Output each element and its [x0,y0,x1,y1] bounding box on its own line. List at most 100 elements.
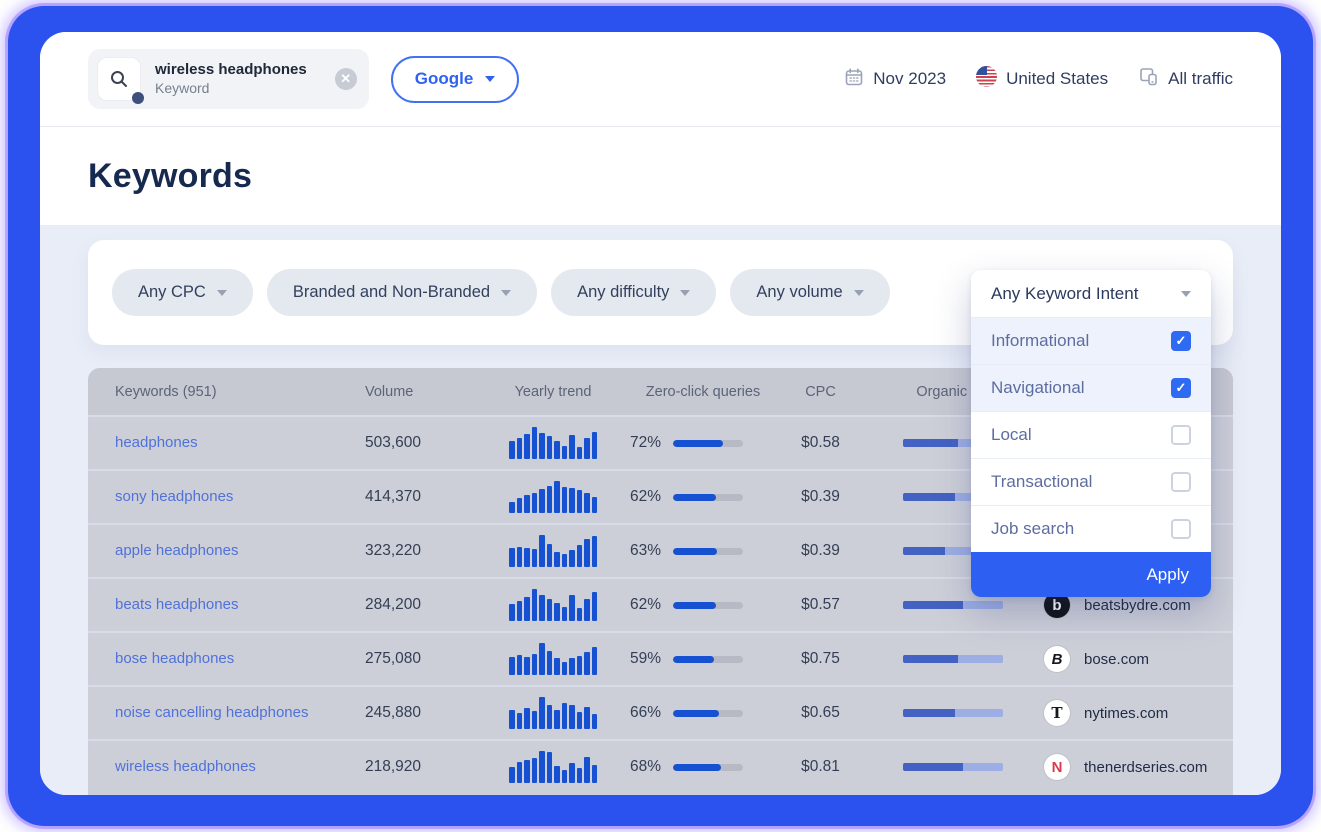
keyword-link[interactable]: beats headphones [115,596,238,613]
organic-segment [903,763,963,771]
volume-cell: 503,600 [365,434,478,452]
zero-click-value: 66% [630,704,661,722]
organic-segment [903,601,963,609]
trend-bar [562,446,568,459]
us-flag-icon [976,66,997,92]
trend-bar [569,705,575,729]
checkbox-icon[interactable] [1171,425,1191,445]
search-input[interactable]: wireless headphones Keyword [155,61,321,97]
filter-pill-any-volume[interactable]: Any volume [730,269,889,316]
trend-bar [509,657,515,675]
app-window: wireless headphones Keyword ✕ Google Nov… [40,32,1281,795]
zero-click-cell: 62% [628,488,778,506]
filter-pill-any-difficulty[interactable]: Any difficulty [551,269,716,316]
keyword-link[interactable]: apple headphones [115,542,238,559]
trend-bar [554,710,560,729]
filter-pill-any-cpc[interactable]: Any CPC [112,269,253,316]
trend-bar [562,554,568,567]
intent-option-navigational[interactable]: Navigational✓ [971,364,1211,411]
trend-bar [577,768,583,783]
keyword-link[interactable]: noise cancelling headphones [115,704,308,721]
keyword-link[interactable]: bose headphones [115,650,234,667]
keyword-intent-toggle[interactable]: Any Keyword Intent [971,270,1211,317]
keyword-search-box[interactable]: wireless headphones Keyword ✕ [88,49,369,109]
paid-segment [958,655,1003,663]
status-dot [132,92,144,104]
trend-bar [547,651,553,675]
meta-item-nov-2023[interactable]: Nov 2023 [844,67,946,92]
trend-bar [517,762,523,783]
intent-option-transactional[interactable]: Transactional [971,458,1211,505]
volume-cell: 245,880 [365,704,478,722]
intent-option-informational[interactable]: Informational✓ [971,317,1211,364]
trend-bar [517,655,523,675]
filter-pill-label: Any volume [756,283,842,302]
zero-click-value: 62% [630,596,661,614]
calendar-icon [844,67,864,92]
search-engine-dropdown[interactable]: Google [391,56,520,103]
filter-pill-branded-and-non-branded[interactable]: Branded and Non-Branded [267,269,537,316]
trend-bar [547,544,553,567]
volume-cell: 275,080 [365,650,478,668]
zero-click-value: 72% [630,434,661,452]
organic-split-bar [903,601,1003,609]
zero-click-value: 62% [630,488,661,506]
zero-click-bar [673,764,743,771]
trend-bar [569,763,575,783]
organic-segment [903,709,955,717]
checkbox-icon[interactable] [1171,519,1191,539]
cpc-cell: $0.58 [778,434,863,452]
meta-item-label: United States [1006,69,1108,89]
keyword-link[interactable]: sony headphones [115,488,233,505]
trend-bar [524,548,530,567]
trend-bar [532,711,538,729]
yearly-trend-cell [478,427,628,459]
checkbox-icon[interactable] [1171,472,1191,492]
trend-bar [577,656,583,675]
decorative-frame: wireless headphones Keyword ✕ Google Nov… [8,6,1313,826]
trend-bar [592,432,598,459]
trend-bar [517,547,523,567]
filter-pill-label: Any difficulty [577,283,669,302]
trend-chart [509,643,597,675]
meta-item-all-traffic[interactable]: All traffic [1138,66,1233,92]
top-bar: wireless headphones Keyword ✕ Google Nov… [40,32,1281,127]
keyword-cell: beats headphones [115,596,365,614]
trend-bar [562,703,568,729]
trend-bar [577,712,583,729]
apply-button[interactable]: Apply [971,552,1211,597]
intent-option-local[interactable]: Local [971,411,1211,458]
trend-bar [532,589,538,621]
chevron-down-icon [501,290,511,296]
trend-chart [509,427,597,459]
keyword-link[interactable]: headphones [115,434,198,451]
trend-bar [584,652,590,675]
zero-click-bar-fill [673,440,723,447]
page-header: Keywords [40,127,1281,225]
organic-cell [863,601,1018,609]
clear-search-button[interactable]: ✕ [335,68,357,90]
trend-chart [509,535,597,567]
keyword-link[interactable]: wireless headphones [115,758,256,775]
table-row: noise cancelling headphones 245,880 66% $0.… [88,685,1233,739]
checkbox-checked-icon[interactable]: ✓ [1171,331,1191,351]
cpc-cell: $0.75 [778,650,863,668]
cpc-cell: $0.65 [778,704,863,722]
checkbox-checked-icon[interactable]: ✓ [1171,378,1191,398]
trend-chart [509,481,597,513]
cpc-cell: $0.57 [778,596,863,614]
yearly-trend-cell [478,643,628,675]
yearly-trend-cell [478,751,628,783]
trend-bar [539,751,545,783]
meta-item-united-states[interactable]: United States [976,66,1108,92]
column-header: Yearly trend [478,384,628,400]
zero-click-value: 68% [630,758,661,776]
trend-bar [554,481,560,513]
paid-segment [963,763,1003,771]
zero-click-cell: 66% [628,704,778,722]
intent-option-label: Local [991,425,1032,445]
intent-option-job-search[interactable]: Job search [971,505,1211,552]
trend-bar [517,498,523,513]
trend-chart [509,697,597,729]
zero-click-bar [673,440,743,447]
